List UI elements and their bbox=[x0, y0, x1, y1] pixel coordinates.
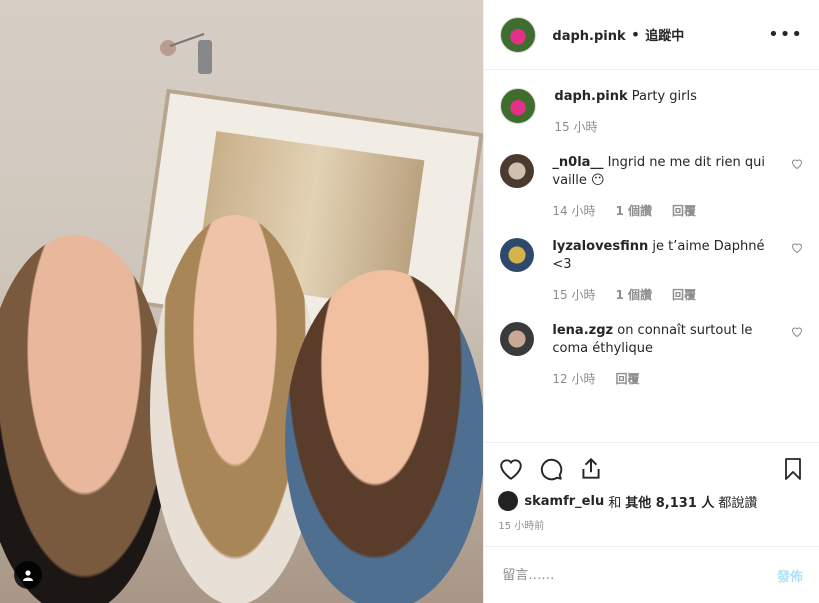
heart-icon[interactable] bbox=[791, 326, 803, 338]
post-photo[interactable] bbox=[0, 0, 484, 603]
heart-icon[interactable] bbox=[498, 456, 524, 482]
bookmark-icon[interactable] bbox=[781, 456, 805, 482]
post-viewer: daph.pink • 追蹤中 ••• daph.pink Party girl… bbox=[0, 0, 819, 603]
reply-button[interactable]: 回覆 bbox=[672, 286, 696, 304]
comments-list: daph.pink Party girls 15 小時 _n0la__ Ingr… bbox=[484, 70, 819, 442]
comment-username[interactable]: lyzalovesfinn bbox=[552, 239, 648, 254]
post-sidebar: daph.pink • 追蹤中 ••• daph.pink Party girl… bbox=[483, 0, 819, 603]
likes-suffix: 都說讚 bbox=[718, 495, 758, 511]
comment-item: _n0la__ Ingrid ne me dit rien qui vaille… bbox=[500, 154, 803, 220]
liker-avatar[interactable] bbox=[498, 491, 519, 511]
heart-icon[interactable] bbox=[791, 242, 803, 254]
commenter-avatar[interactable] bbox=[500, 322, 535, 356]
heart-icon[interactable] bbox=[791, 158, 803, 170]
comment-likes[interactable]: 1 個讚 bbox=[616, 286, 653, 304]
comment-input[interactable] bbox=[500, 566, 777, 584]
author-avatar[interactable] bbox=[500, 16, 537, 53]
comment-icon[interactable] bbox=[538, 456, 564, 482]
post-header: daph.pink • 追蹤中 ••• bbox=[484, 0, 819, 70]
reply-button[interactable]: 回覆 bbox=[672, 202, 696, 220]
more-options-icon[interactable]: ••• bbox=[768, 24, 803, 45]
likes-others-link[interactable]: 其他 8,131 人 bbox=[625, 492, 714, 511]
comment-likes[interactable]: 1 個讚 bbox=[616, 202, 653, 220]
follow-status-button[interactable]: 追蹤中 bbox=[645, 29, 684, 44]
commenter-avatar[interactable] bbox=[500, 238, 535, 272]
share-icon[interactable] bbox=[578, 456, 604, 482]
likes-and: 和 bbox=[608, 495, 622, 511]
separator: • bbox=[630, 25, 641, 44]
comment-username[interactable]: lena.zgz bbox=[552, 323, 613, 338]
reply-button[interactable]: 回覆 bbox=[616, 370, 640, 388]
wall-lamp bbox=[160, 33, 212, 74]
commenter-avatar[interactable] bbox=[500, 154, 535, 188]
caption-text: Party girls bbox=[631, 89, 697, 104]
add-comment-bar: 發佈 bbox=[484, 546, 819, 603]
comment-time[interactable]: 15 小時 bbox=[552, 286, 595, 304]
caption: daph.pink Party girls 15 小時 bbox=[500, 88, 803, 136]
comment-time[interactable]: 12 小時 bbox=[552, 370, 595, 388]
liker-username[interactable]: skamfr_elu bbox=[524, 494, 604, 509]
post-comment-button[interactable]: 發佈 bbox=[777, 566, 803, 585]
caption-time[interactable]: 15 小時 bbox=[554, 118, 597, 136]
caption-avatar[interactable] bbox=[500, 88, 537, 124]
action-bar: skamfr_elu 和 其他 8,131 人 都說讚 15 小時前 bbox=[484, 442, 819, 532]
tag-people-button[interactable] bbox=[14, 561, 42, 589]
person-tag-icon bbox=[23, 570, 33, 581]
comment-item: lena.zgz on connaît surtout le coma éthy… bbox=[500, 322, 803, 388]
author-username[interactable]: daph.pink bbox=[552, 29, 625, 44]
person-right bbox=[285, 270, 484, 603]
likes-summary: skamfr_elu 和 其他 8,131 人 都說讚 bbox=[498, 491, 805, 511]
comment-username[interactable]: _n0la__ bbox=[552, 155, 603, 170]
caption-username[interactable]: daph.pink bbox=[554, 89, 627, 104]
comment-item: lyzalovesfinn je t’aime Daphné <3 15 小時 … bbox=[500, 238, 803, 304]
post-timestamp[interactable]: 15 小時前 bbox=[498, 517, 805, 532]
comment-time[interactable]: 14 小時 bbox=[552, 202, 595, 220]
